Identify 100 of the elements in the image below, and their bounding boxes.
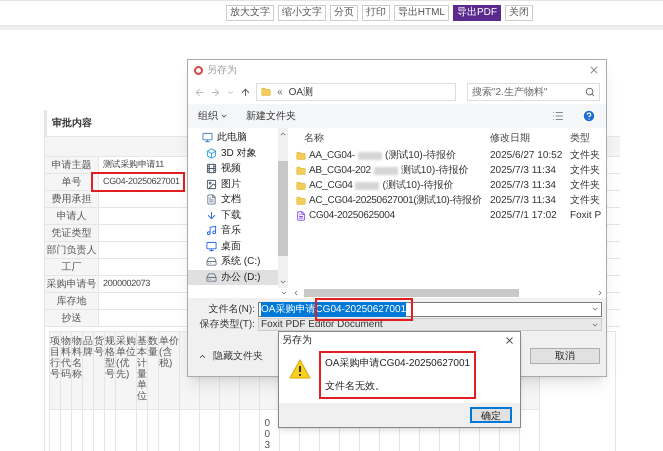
folder-icon <box>296 150 306 160</box>
field-label: 申请人 <box>45 208 99 224</box>
column-header: 货号 <box>94 336 104 358</box>
drive-icon <box>206 272 217 283</box>
desktop-icon <box>206 240 217 252</box>
save-type-dropdown[interactable]: Foxit PDF Editor Document <box>258 318 602 331</box>
nav-item[interactable]: 系统 (C:) <box>188 254 278 270</box>
file-name[interactable]: AC_CG04-20250627001(测试10)-待报价 <box>309 193 482 208</box>
file-type: 文件夹 <box>570 178 600 193</box>
nav-item[interactable]: 视频 <box>188 161 278 176</box>
pdf-file-icon <box>296 210 306 220</box>
field-label: 保存类型(T): <box>198 318 256 332</box>
scroll-left-icon[interactable] <box>292 289 300 297</box>
file-date: 2025/7/3 11:34 <box>490 164 557 178</box>
nav-item[interactable]: 下载 <box>188 208 278 223</box>
column-header: 基本计量单位 <box>137 336 147 402</box>
column-header: 单价(含税) <box>159 336 179 369</box>
column-header: 物料名称 <box>72 336 82 380</box>
address-text: OA测 <box>288 86 314 100</box>
search-icon <box>585 87 595 97</box>
new-folder-button[interactable]: 新建文件夹 <box>246 108 296 124</box>
scroll-up-icon[interactable] <box>279 130 287 138</box>
document-icon <box>206 194 217 206</box>
field-label: 文件名(N): <box>207 302 256 316</box>
field-label: 费用承担 <box>45 191 99 207</box>
column-header: 采购单位(优先) <box>116 336 136 380</box>
cube-icon <box>206 148 217 159</box>
picture-icon <box>206 178 217 190</box>
scrollbar-horizontal[interactable] <box>304 289 519 297</box>
toolbar-button[interactable]: 打印 <box>362 5 390 21</box>
music-note-icon <box>206 225 217 236</box>
column-header: 项目行号 <box>50 336 60 380</box>
alert-title: 另存为 <box>282 334 312 348</box>
cancel-button[interactable]: 取消 <box>530 348 600 364</box>
alert-detail: 文件名无效。 <box>325 380 386 394</box>
help-icon[interactable] <box>582 109 596 123</box>
folder-icon <box>296 166 306 176</box>
scroll-right-icon[interactable] <box>596 289 604 297</box>
nav-item[interactable]: 3D 对象 <box>188 146 278 161</box>
redacted-block <box>374 166 398 174</box>
field-label: 部门负责人 <box>45 242 99 258</box>
file-date: 2025/7/1 17:02 <box>490 209 558 223</box>
nav-item[interactable]: 办公 (D:) <box>188 270 278 285</box>
hide-folders-toggle[interactable]: 隐藏文件夹 <box>198 348 263 364</box>
drive-icon <box>206 256 217 268</box>
nav-item[interactable]: 图片 <box>188 176 278 192</box>
field-label: 申请主题 <box>45 157 99 173</box>
folder-icon <box>261 87 271 97</box>
toolbar-button[interactable]: 导出HTML <box>394 5 449 21</box>
toolbar-button[interactable]: 缩小文字 <box>278 5 326 21</box>
app-icon <box>194 66 203 74</box>
alert-message: OA采购申请CG04-20250627001 <box>325 356 470 371</box>
file-type: 文件夹 <box>570 148 600 163</box>
file-name[interactable]: (测试10)-待报价 <box>384 148 456 163</box>
redacted-block <box>355 182 380 190</box>
file-name[interactable]: AB_CG04-202 <box>309 163 371 178</box>
column-header: 物料代码 <box>61 336 71 380</box>
field-value: 测试采购申请11 <box>103 158 164 172</box>
table-cell-text: 003 <box>264 418 272 451</box>
field-value: CG04-20250627001 <box>103 175 180 188</box>
file-name[interactable]: AA_CG04- <box>309 148 355 163</box>
organize-menu[interactable]: 组织 <box>198 108 228 124</box>
file-date: 2025/7/3 11:34 <box>490 194 557 208</box>
column-header: 品牌 <box>83 336 93 358</box>
nav-item[interactable]: 音乐 <box>188 223 278 238</box>
file-name[interactable]: 测试10)-待报价 <box>400 163 469 178</box>
ok-button[interactable]: 确定 <box>470 407 512 423</box>
toolbar-button[interactable]: 分页 <box>330 5 358 21</box>
up-icon[interactable] <box>240 86 251 98</box>
folder-icon <box>296 180 306 190</box>
nav-item[interactable]: 桌面 <box>188 238 278 254</box>
file-name[interactable]: CG04-20250625004 <box>309 208 395 223</box>
toolbar-button[interactable]: 放大文字 <box>226 5 274 21</box>
file-type: 文件夹 <box>570 164 600 178</box>
field-label: 采购申请号 <box>45 276 99 292</box>
film-icon <box>206 163 217 174</box>
file-name[interactable]: AC_CG04 <box>309 178 352 193</box>
toolbar-button[interactable]: 导出PDF <box>453 5 501 21</box>
field-label: 凭证类型 <box>45 225 99 241</box>
redacted-block <box>358 152 382 160</box>
field-label: 单号 <box>45 174 99 190</box>
column-header: 规格型号 <box>105 336 115 380</box>
scrollbar-vertical[interactable] <box>278 128 288 288</box>
close-icon[interactable] <box>504 335 515 346</box>
file-type: Foxit P <box>570 209 602 223</box>
file-name[interactable]: (测试10)-待报价 <box>382 178 454 193</box>
warning-icon <box>289 359 311 379</box>
nav-item[interactable]: 文档 <box>188 192 278 208</box>
field-label: 抄送 <box>45 310 99 326</box>
breadcrumb-overflow[interactable]: « <box>277 84 283 100</box>
caret-icon <box>220 112 228 120</box>
file-date: 2025/6/27 10:52 <box>490 149 564 163</box>
file-date: 2025/7/3 11:34 <box>490 179 557 193</box>
toolbar-button[interactable]: 关闭 <box>505 5 533 21</box>
search-placeholder: 搜索"2.生产物料" <box>472 86 548 100</box>
address-bar[interactable]: « OA测 <box>256 83 456 101</box>
folder-icon <box>296 196 306 206</box>
column-header: 数量 <box>148 336 158 358</box>
download-icon <box>206 210 217 221</box>
search-field[interactable]: 搜索"2.生产物料" <box>467 83 600 101</box>
